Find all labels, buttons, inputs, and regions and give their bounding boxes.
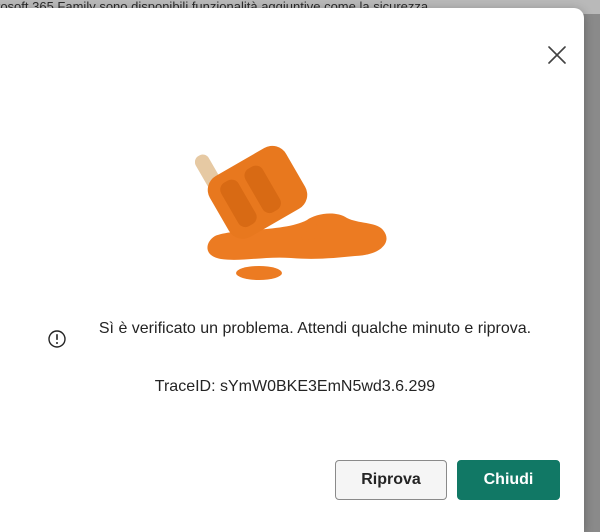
retry-button[interactable]: Riprova bbox=[335, 460, 447, 500]
melted-popsicle-illustration bbox=[195, 145, 387, 280]
close-dialog-button[interactable] bbox=[540, 38, 574, 72]
close-icon bbox=[548, 46, 566, 64]
trace-id: TraceID: sYmW0BKE3EmN5wd3.6.299 bbox=[154, 378, 436, 395]
close-button[interactable]: Chiudi bbox=[457, 460, 560, 500]
error-dialog: Sì è verificato un problema. Attendi qua… bbox=[0, 8, 584, 532]
info-icon bbox=[48, 330, 66, 348]
error-message: Sì è verificato un problema. Attendi qua… bbox=[98, 320, 532, 337]
